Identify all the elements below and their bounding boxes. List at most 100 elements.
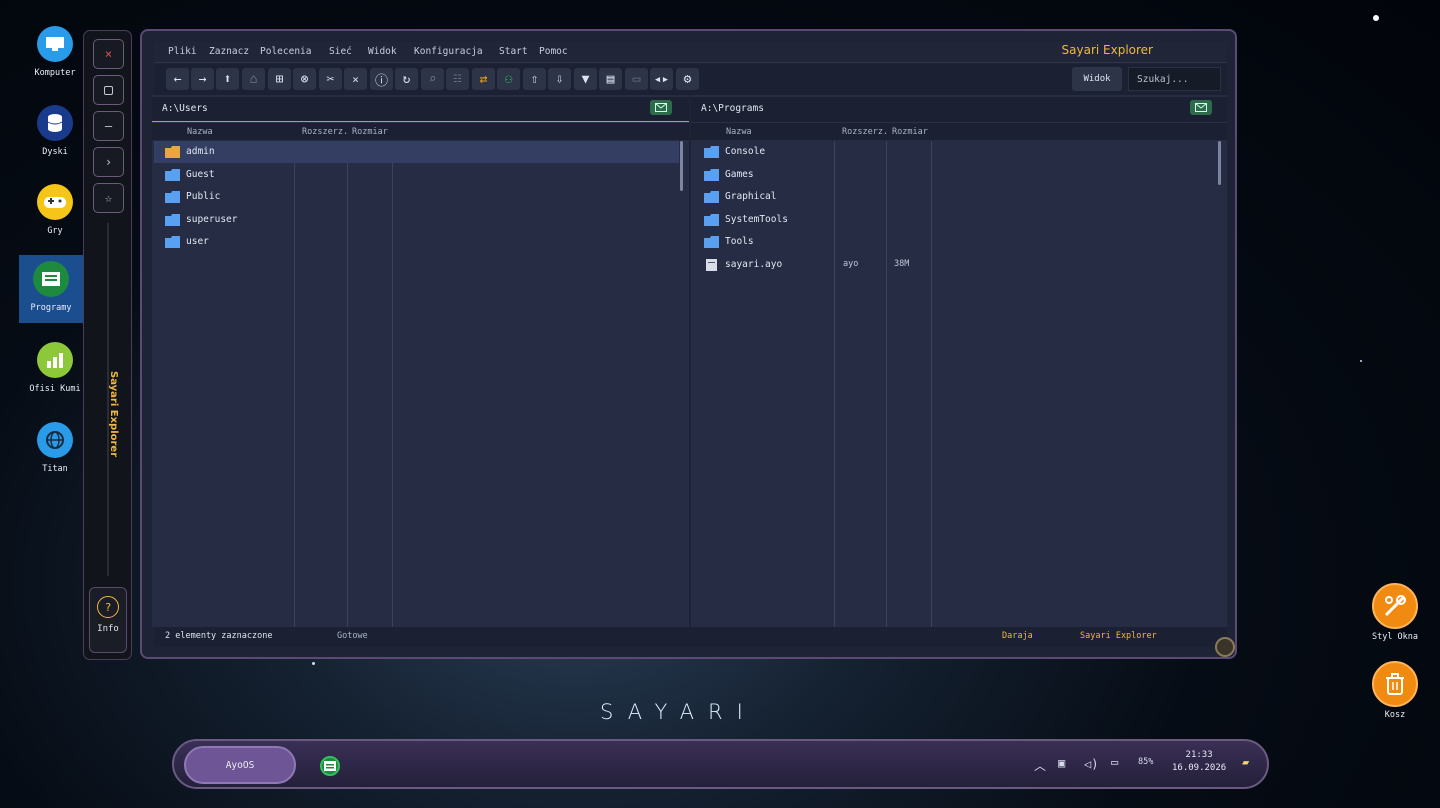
desktop-icon-dyski[interactable]: Dyski [22,101,88,171]
download-button[interactable]: ⇩ [548,68,571,90]
column-ext[interactable]: Rozszerz. [302,127,348,137]
mail-button[interactable] [1190,100,1212,115]
forward-button[interactable]: → [191,68,214,90]
filter-button[interactable]: ▼ [574,68,597,90]
refresh-icon: ↻ [402,71,411,87]
info-button[interactable]: ? Info [89,587,127,653]
maximize-button[interactable] [93,75,124,105]
status-bar: 2 elementy zaznaczone Gotowe Daraja Saya… [154,627,1227,647]
taskbar-app-explorer[interactable] [320,756,340,776]
taskbar: AyoOS ︿ ▣ ◁) ▭ 85% 21:33 16.09.2026 ▰ [172,739,1269,789]
file-row[interactable]: admin [154,141,679,163]
view-button[interactable]: Widok [1072,67,1122,91]
split-view-button[interactable]: ◂▸ [650,68,673,90]
resize-handle[interactable] [1215,637,1235,657]
mail-icon [655,103,667,112]
menu-zaznacz[interactable]: Zaznacz [209,46,249,57]
file-name: Graphical [725,191,777,202]
start-button[interactable]: AyoOS [184,746,296,784]
network-button[interactable]: ⚇ [497,68,520,90]
menu-polecenia[interactable]: Polecenia [260,46,311,57]
next-button[interactable]: › [93,147,124,177]
menu-pliki[interactable]: Pliki [168,46,197,57]
window-title: Sayari Explorer [1061,43,1153,57]
desktop-icon-kosz[interactable]: Kosz [1364,661,1426,720]
scrollbar[interactable] [1218,141,1221,185]
delete-button[interactable]: ⊗ [293,68,316,90]
up-button[interactable]: ⬆ [216,68,239,90]
file-row[interactable]: Games [693,164,1218,186]
column-size[interactable]: Rozmiar [352,127,388,137]
list-view-button[interactable]: ☷ [446,68,469,90]
file-name: user [186,236,209,247]
mail-button[interactable] [650,100,672,115]
column-name[interactable]: Nazwa [187,127,213,137]
explorer-window: Pliki Zaznacz Polecenia Sieć Widok Konfi… [140,29,1237,659]
menu-start[interactable]: Start [499,46,528,57]
menu-pomoc[interactable]: Pomoc [539,46,568,57]
search-input[interactable] [1128,67,1221,91]
file-row[interactable]: SystemTools [693,209,1218,231]
file-row[interactable]: Public [154,186,679,208]
remove-button[interactable]: × [344,68,367,90]
file-row[interactable]: Guest [154,164,679,186]
clock[interactable]: 21:33 16.09.2026 [1172,749,1226,775]
menu-konfiguracja[interactable]: Konfiguracja [414,46,483,57]
folder-icon [704,146,719,158]
list-icon: ☷ [453,73,462,85]
desktop-icon-label: Ofisi Kumi [29,384,81,394]
chevron-up-icon[interactable]: ︿ [1034,757,1046,774]
favorite-button[interactable]: ☆ [93,183,124,213]
info-button[interactable]: ⓘ [370,68,393,90]
notification-icon[interactable]: ▰ [1242,755,1249,769]
programs-icon [324,761,336,771]
file-row[interactable]: Console [693,141,1218,163]
back-button[interactable]: ← [166,68,189,90]
file-row[interactable]: Graphical [693,186,1218,208]
minimize-button[interactable]: – [93,111,124,141]
desktop-icon-ofisi-kumi[interactable]: Ofisi Kumi [22,338,88,408]
file-row[interactable]: user [154,231,679,253]
monitor-icon: ▭ [632,71,641,87]
screen-button[interactable]: ▭ [625,68,648,90]
share-button[interactable]: ⇄ [472,68,495,90]
menu-widok[interactable]: Widok [368,46,397,57]
file-name: Guest [186,169,215,180]
file-row[interactable]: Tools [693,231,1218,253]
scrollbar[interactable] [680,141,683,191]
desktop-icon-programy[interactable]: Programy [19,255,83,323]
toolbar: ← → ⬆ ⌂ ⊞ ⊗ ✂ × ⓘ ↻ ⌕ ☷ ⇄ ⚇ ⇧ ⇩ ▼ ▤ ▭ ◂▸… [154,64,1227,95]
left-pane-header: A:\Users [152,97,689,122]
settings-button[interactable]: ⚙ [676,68,699,90]
upload-button[interactable]: ⇧ [523,68,546,90]
clipboard-button[interactable]: ▤ [599,68,622,90]
new-file-button[interactable]: ⊞ [268,68,291,90]
column-ext[interactable]: Rozszerz. [842,127,888,137]
desktop-icon-gry[interactable]: Gry [22,180,88,250]
network-icon[interactable]: ▣ [1058,756,1065,770]
battery-icon[interactable]: ▭ [1111,755,1118,769]
volume-icon[interactable]: ◁) [1084,757,1098,771]
file-row[interactable]: superuser [154,209,679,231]
close-icon: × [104,47,113,61]
left-column-header: Nazwa Rozszerz. Rozmiar [152,122,689,140]
status-app: Sayari Explorer [1080,631,1157,641]
column-name[interactable]: Nazwa [726,127,752,137]
cut-button[interactable]: ✂ [319,68,342,90]
home-button[interactable]: ⌂ [242,68,265,90]
desktop-icon-label: Styl Okna [1371,632,1419,642]
desktop-icon-styl-okna[interactable]: Styl Okna [1364,583,1426,642]
right-pane-header: A:\Programs [691,97,1227,122]
column-size[interactable]: Rozmiar [892,127,928,137]
star [312,662,315,665]
search-button[interactable]: ⌕ [421,68,444,90]
close-button[interactable]: × [93,39,124,69]
desktop-icon-titan[interactable]: Titan [22,418,88,488]
refresh-button[interactable]: ↻ [395,68,418,90]
right-path: A:\Programs [701,103,764,114]
right-pane: A:\Programs Nazwa Rozszerz. Rozmiar Cons… [691,95,1227,627]
desktop-icon-komputer[interactable]: Komputer [22,22,88,92]
menu-siec[interactable]: Sieć [329,46,352,57]
gear-icon: ⚙ [683,71,692,87]
file-row[interactable]: sayari.ayo ayo 38M [693,254,1218,276]
